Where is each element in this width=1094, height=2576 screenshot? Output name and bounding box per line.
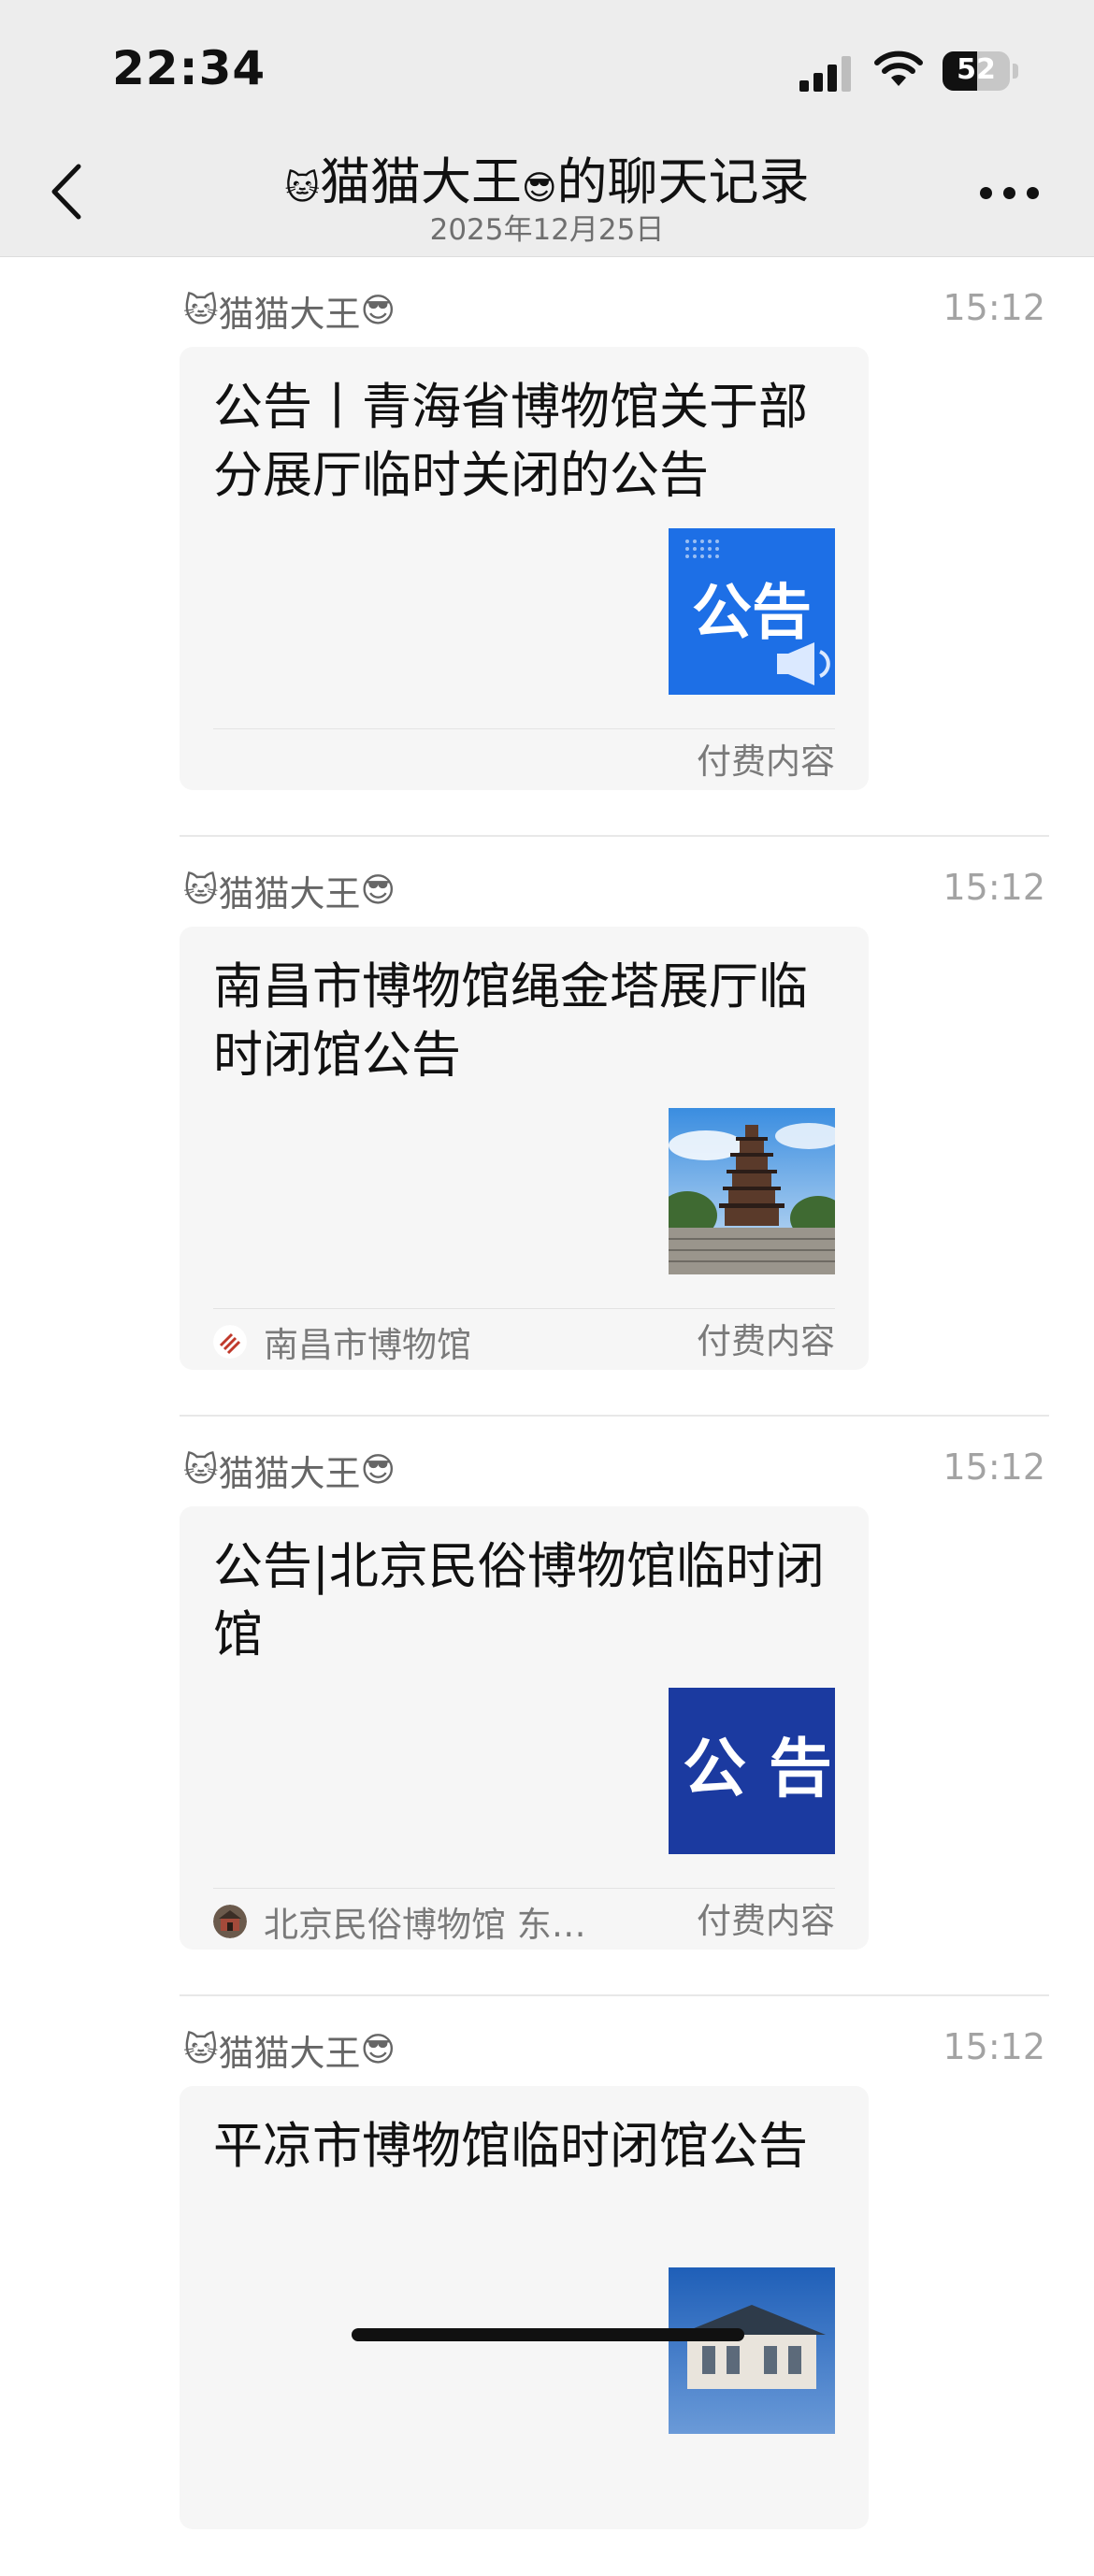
page-subtitle-date: 2025年12月25日 [429, 213, 665, 247]
battery-tip [1013, 64, 1018, 79]
title-suffix: 的聊天记录 [556, 152, 810, 211]
article-title: 平凉市博物馆临时闭馆公告 [213, 2118, 808, 2175]
page-title: 🐱猫猫大王😎的聊天记录 [0, 140, 1094, 214]
source-label: 南昌市博物馆 [264, 1325, 471, 1365]
paid-content-label: 付费内容 [697, 1321, 835, 1361]
chat-record-list: 🐱猫猫大王😎 15:12 公告丨青海省博物馆关于部分展厅临时关闭的公告 公告 [0, 257, 1094, 2576]
sender-label: 猫猫大王 [218, 1453, 361, 1494]
source-label: 北京民俗博物馆 东… [264, 1905, 586, 1945]
article-source: 南昌市博物馆 [213, 1317, 471, 1366]
sender-name: 🐱 猫猫大王 😎 [183, 865, 396, 916]
cellular-signal-icon [799, 54, 856, 92]
message-time: 15:12 [943, 1446, 1045, 1488]
sender-label: 猫猫大王 [218, 294, 361, 335]
battery-icon: 52 [943, 51, 1010, 91]
cat-emoji-icon: 🐱 [284, 169, 320, 208]
battery-level: 52 [957, 53, 996, 86]
sender-label: 猫猫大王 [218, 873, 361, 914]
sunglasses-emoji-icon: 😎 [360, 292, 396, 330]
cat-emoji-icon: 🐱 [183, 1451, 219, 1489]
card-divider [213, 1308, 835, 1309]
sender-label: 猫猫大王 [218, 2033, 361, 2074]
sender-name: 🐱 猫猫大王 😎 [183, 1445, 396, 1496]
thumb-notice-text: 公 告 [683, 1733, 832, 1806]
article-title: 南昌市博物馆绳金塔展厅临时闭馆公告 [213, 958, 808, 1084]
cat-emoji-icon: 🐱 [183, 871, 219, 910]
pagoda-photo [669, 1108, 835, 1274]
museum-logo-icon [213, 1905, 247, 1938]
list-item: 🐱猫猫大王😎 15:12 公告丨青海省博物馆关于部分展厅临时关闭的公告 公告 [0, 257, 1094, 837]
sender-name: 🐱 猫猫大王 😎 [183, 285, 396, 337]
article-thumbnail: 公 告 [669, 1688, 835, 1854]
nav-bar: 🐱猫猫大王😎的聊天记录 2025年12月25日 [0, 131, 1094, 257]
list-item: 🐱 猫猫大王 😎 15:12 平凉市博物馆临时闭馆公告 [0, 1996, 1094, 2576]
cat-emoji-icon: 🐱 [183, 2031, 219, 2069]
more-options-icon[interactable] [980, 187, 1040, 206]
list-item: 🐱 猫猫大王 😎 15:12 南昌市博物馆绳金塔展厅临时闭馆公告 南昌市博物馆 … [0, 837, 1094, 1417]
sunglasses-emoji-icon: 😎 [360, 1451, 396, 1489]
message-time: 15:12 [943, 2026, 1045, 2067]
museum-logo-icon [213, 1325, 247, 1359]
message-time: 15:12 [943, 287, 1045, 328]
sender-name: 🐱 猫猫大王 😎 [183, 2024, 396, 2076]
article-thumbnail [669, 2267, 835, 2434]
list-item: 🐱 猫猫大王 😎 15:12 公告|北京民俗博物馆临时闭馆 公 告 北京民俗博物馆 … [0, 1417, 1094, 1996]
building-photo [669, 2267, 835, 2434]
sunglasses-emoji-icon: 😎 [522, 169, 557, 208]
article-source: 北京民俗博物馆 东… [213, 1897, 586, 1946]
title-name: 猫猫大王 [320, 152, 522, 211]
article-thumbnail: 公告 [669, 528, 835, 695]
card-divider [213, 1888, 835, 1889]
paid-content-label: 付费内容 [697, 741, 835, 782]
paid-content-label: 付费内容 [697, 1901, 835, 1941]
status-time: 22:34 [112, 41, 266, 95]
notice-banner: 公 告 [669, 1688, 835, 1854]
cat-emoji-icon: 🐱 [183, 292, 219, 330]
sunglasses-emoji-icon: 😎 [360, 2031, 396, 2069]
article-card[interactable]: 平凉市博物馆临时闭馆公告 [180, 2086, 869, 2529]
message-time: 15:12 [943, 867, 1045, 908]
article-card[interactable]: 南昌市博物馆绳金塔展厅临时闭馆公告 南昌市博物馆 付费内容 [180, 927, 869, 1370]
wifi-icon [874, 50, 923, 86]
article-thumbnail [669, 1108, 835, 1274]
article-card[interactable]: 公告丨青海省博物馆关于部分展厅临时关闭的公告 公告 付费内容 [180, 347, 869, 790]
sunglasses-emoji-icon: 😎 [360, 871, 396, 910]
thumb-notice-text: 公告 [692, 579, 812, 648]
article-title: 公告|北京民俗博物馆临时闭馆 [213, 1538, 825, 1663]
article-title: 公告丨青海省博物馆关于部分展厅临时关闭的公告 [213, 379, 808, 504]
card-divider [213, 728, 835, 729]
home-indicator[interactable] [352, 2328, 744, 2341]
article-card[interactable]: 公告|北京民俗博物馆临时闭馆 公 告 北京民俗博物馆 东… 付费内容 [180, 1506, 869, 1950]
status-bar: 22:34 52 [0, 0, 1094, 131]
